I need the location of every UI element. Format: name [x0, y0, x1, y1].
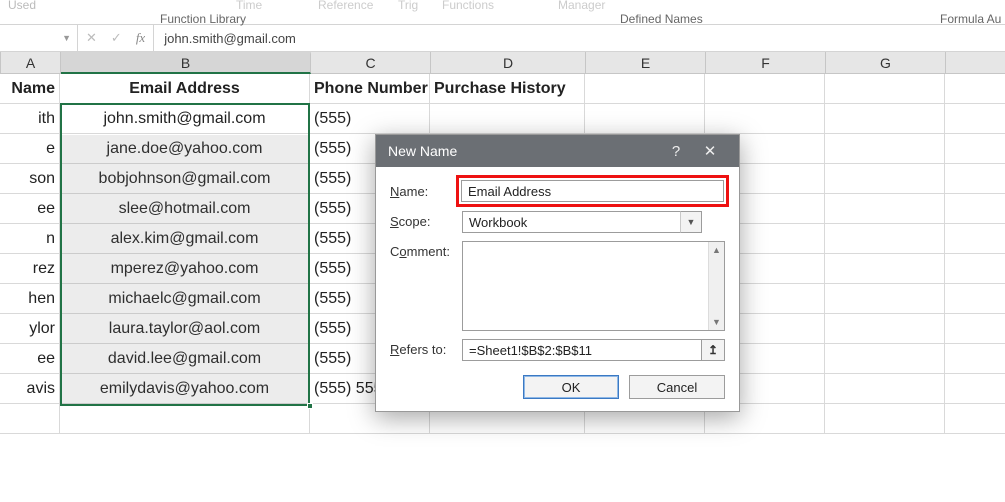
- formula-value: john.smith@gmail.com: [164, 31, 296, 46]
- chevron-down-icon: ▼: [62, 33, 71, 43]
- cell-C1[interactable]: Phone Number: [310, 74, 430, 103]
- name-box[interactable]: ▼: [0, 25, 78, 51]
- cell-name[interactable]: ee: [0, 194, 60, 223]
- cancel-icon[interactable]: ✕: [86, 30, 97, 46]
- name-label: Name:: [390, 181, 462, 199]
- cell-name[interactable]: ylor: [0, 314, 60, 343]
- dialog-title: New Name: [388, 143, 457, 159]
- column-headers: A B C D E F G: [0, 52, 1005, 74]
- col-header-D[interactable]: D: [431, 52, 586, 73]
- collapse-dialog-icon[interactable]: ↥: [701, 339, 725, 361]
- ribbon-trig: Trig: [398, 0, 418, 12]
- enter-icon[interactable]: ✓: [111, 30, 122, 46]
- ribbon-used: Used: [8, 0, 36, 12]
- col-header-C[interactable]: C: [311, 52, 431, 73]
- table-row: ith john.smith@gmail.com (555): [0, 104, 1005, 134]
- dialog-buttons: OK Cancel: [390, 369, 725, 399]
- cell-email[interactable]: mperez@yahoo.com: [60, 254, 310, 283]
- refers-input[interactable]: =Sheet1!$B$2:$B$11: [462, 339, 701, 361]
- comment-textarea[interactable]: ▲ ▼: [462, 241, 725, 331]
- comment-label: Comment:: [390, 241, 462, 259]
- formula-bar-icons: ✕ ✓ fx: [78, 25, 154, 51]
- new-name-dialog: New Name ? ✕ Name: Email Address Scope: …: [375, 134, 740, 412]
- scroll-up-icon[interactable]: ▲: [709, 242, 724, 258]
- cell-name[interactable]: ith: [0, 104, 60, 133]
- row-refers: Refers to: =Sheet1!$B$2:$B$11 ↥: [390, 339, 725, 361]
- ribbon-group-formula-auditing: Formula Au: [940, 12, 1001, 26]
- dialog-body: Name: Email Address Scope: Workbook ▼ Co…: [376, 167, 739, 411]
- col-header-E[interactable]: E: [586, 52, 706, 73]
- cell-name[interactable]: son: [0, 164, 60, 193]
- cell-name[interactable]: hen: [0, 284, 60, 313]
- cell-phone[interactable]: (555): [310, 104, 430, 133]
- refers-value: =Sheet1!$B$2:$B$11: [469, 343, 592, 358]
- cell-name[interactable]: avis: [0, 374, 60, 403]
- ribbon-group-defined-names: Defined Names: [620, 12, 703, 26]
- scrollbar[interactable]: ▲ ▼: [708, 242, 724, 330]
- cell-name[interactable]: n: [0, 224, 60, 253]
- cell-email[interactable]: jane.doe@yahoo.com: [60, 134, 310, 163]
- scope-value: Workbook: [469, 215, 527, 230]
- col-header-F[interactable]: F: [706, 52, 826, 73]
- cell-email[interactable]: david.lee@gmail.com: [60, 344, 310, 373]
- cell-A1[interactable]: Name: [0, 74, 60, 103]
- cell-F1[interactable]: [705, 74, 825, 103]
- cell-email[interactable]: laura.taylor@aol.com: [60, 314, 310, 343]
- header-row: Name Email Address Phone Number Purchase…: [0, 74, 1005, 104]
- ribbon-sub-labels: Used Time Reference Trig Functions Manag…: [0, 0, 1005, 24]
- cell-email[interactable]: john.smith@gmail.com: [60, 104, 310, 133]
- cell-email[interactable]: michaelc@gmail.com: [60, 284, 310, 313]
- scope-label: Scope:: [390, 211, 462, 229]
- formula-bar: ▼ ✕ ✓ fx john.smith@gmail.com: [0, 24, 1005, 52]
- row-scope: Scope: Workbook ▼: [390, 211, 725, 233]
- cell-email[interactable]: alex.kim@gmail.com: [60, 224, 310, 253]
- formula-input[interactable]: john.smith@gmail.com: [154, 25, 1005, 51]
- cell-name[interactable]: ee: [0, 344, 60, 373]
- refers-label: Refers to:: [390, 339, 462, 357]
- cell-email[interactable]: emilydavis@yahoo.com: [60, 374, 310, 403]
- cancel-button[interactable]: Cancel: [629, 375, 725, 399]
- cell-G1[interactable]: [825, 74, 945, 103]
- dialog-titlebar[interactable]: New Name ? ✕: [376, 135, 739, 167]
- cell-name[interactable]: rez: [0, 254, 60, 283]
- ribbon-group-function-library: Function Library: [160, 12, 246, 26]
- name-input-value: Email Address: [468, 184, 551, 199]
- cell-email[interactable]: slee@hotmail.com: [60, 194, 310, 223]
- scope-select[interactable]: Workbook ▼: [462, 211, 702, 233]
- ok-button[interactable]: OK: [523, 375, 619, 399]
- chevron-down-icon[interactable]: ▼: [680, 211, 702, 233]
- name-input[interactable]: Email Address: [461, 180, 724, 202]
- row-comment: Comment: ▲ ▼: [390, 241, 725, 331]
- cell-email[interactable]: bobjohnson@gmail.com: [60, 164, 310, 193]
- ribbon-time: Time: [236, 0, 262, 12]
- cell-name[interactable]: e: [0, 134, 60, 163]
- row-name: Name: Email Address: [390, 181, 725, 203]
- highlight-box: Email Address: [456, 175, 729, 207]
- cell-purchase[interactable]: [430, 104, 585, 133]
- fx-icon[interactable]: fx: [136, 30, 145, 46]
- col-header-G[interactable]: G: [826, 52, 946, 73]
- scroll-down-icon[interactable]: ▼: [709, 314, 724, 330]
- help-button[interactable]: ?: [659, 135, 693, 167]
- cell-B1[interactable]: Email Address: [60, 74, 310, 103]
- ribbon-functions: Functions: [442, 0, 494, 12]
- cell-E1[interactable]: [585, 74, 705, 103]
- ribbon-reference: Reference: [318, 0, 373, 12]
- cell-D1[interactable]: Purchase History: [430, 74, 585, 103]
- col-header-B[interactable]: B: [61, 52, 311, 74]
- close-button[interactable]: ✕: [693, 135, 727, 167]
- col-header-A[interactable]: A: [1, 52, 61, 73]
- ribbon-manager: Manager: [558, 0, 605, 12]
- fill-handle-icon[interactable]: [307, 403, 313, 409]
